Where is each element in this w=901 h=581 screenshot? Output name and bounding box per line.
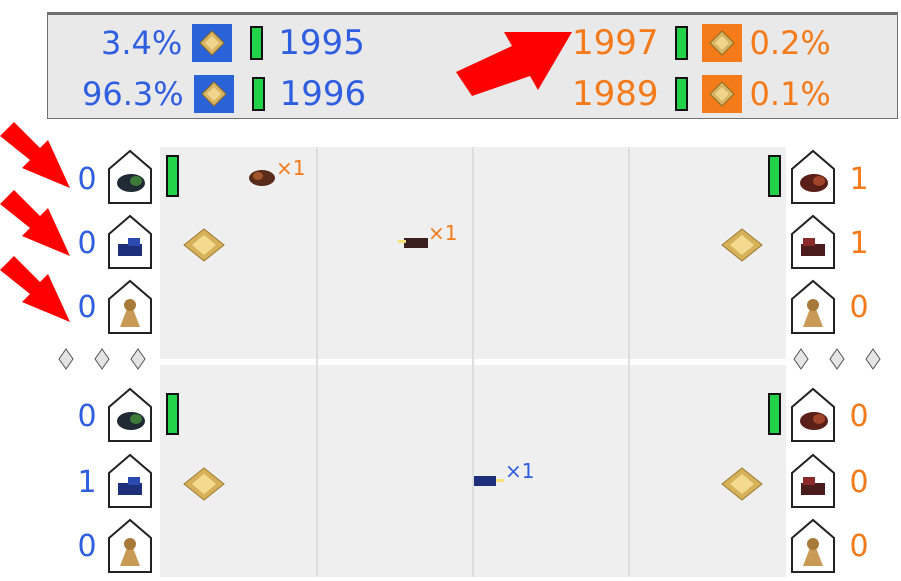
tower-unit-icon[interactable] [789,277,837,335]
left-stat-row-1: 3.4% 1995 [101,23,365,63]
enemy-beetle-unit[interactable] [244,165,280,189]
health-bar [768,155,781,197]
health-bar [166,393,179,435]
bottom-left-count-3: 0 [77,529,97,564]
beetle-unit-icon[interactable] [789,385,837,443]
tank-unit-icon[interactable] [789,451,837,509]
diamond-icon [793,348,809,370]
left-base-icon [183,228,225,262]
unit-count: ×1 [428,221,458,245]
top-right-count-2: 1 [849,226,869,261]
top-left-count-2: 0 [77,226,97,261]
base-icon [701,24,742,62]
health-bar [166,155,179,197]
beetle-unit-icon[interactable] [789,147,837,205]
tower-unit-icon[interactable] [106,516,154,574]
diamond-icon [94,348,110,370]
bottom-left-count-1: 0 [77,399,97,434]
left-stat-row-2: 96.3% 1996 [82,74,366,114]
top-left-count-1: 0 [77,162,97,197]
left-pct-1: 3.4% [101,24,183,62]
diamond-icon [829,348,845,370]
tank-unit-icon[interactable] [106,451,154,509]
base-icon [701,75,742,113]
top-right-count-3: 0 [849,290,869,325]
top-left-count-3: 0 [77,290,97,325]
bottom-right-count-1: 0 [849,399,869,434]
annotation-arrow-icon [456,32,572,96]
top-right-count-1: 1 [849,162,869,197]
left-pct-2: 96.3% [82,75,184,113]
left-year-1: 1995 [278,23,365,63]
right-base-icon [721,228,763,262]
left-base-icon [183,467,225,501]
right-year-1: 1997 [572,23,659,63]
tank-unit-icon[interactable] [789,212,837,270]
diamond-icon [865,348,881,370]
base-icon [192,24,233,62]
diamond-icon [58,348,74,370]
annotation-arrow-icon [0,122,70,188]
health-bar [250,26,264,60]
bottom-right-count-3: 0 [849,529,869,564]
tower-unit-icon[interactable] [106,277,154,335]
base-icon [193,75,234,113]
bottom-right-count-2: 0 [849,465,869,500]
right-year-2: 1989 [572,74,659,114]
right-stat-row-2: 1989 0.1% [572,74,831,114]
ally-tank-unit[interactable] [472,470,506,490]
right-pct-2: 0.1% [749,75,831,113]
left-year-2: 1996 [279,74,367,114]
battle-map [47,143,898,579]
beetle-unit-icon[interactable] [106,385,154,443]
unit-count: ×1 [505,459,535,483]
right-pct-1: 0.2% [749,24,831,62]
beetle-unit-icon[interactable] [106,147,154,205]
health-bar [251,77,265,111]
tower-unit-icon[interactable] [789,516,837,574]
unit-count: ×1 [276,156,306,180]
health-bar [768,393,781,435]
bottom-left-count-2: 1 [77,465,97,500]
health-bar [674,26,688,60]
tank-unit-icon[interactable] [106,212,154,270]
annotation-arrow-icon [0,256,70,322]
right-base-icon [721,467,763,501]
diamond-icon [130,348,146,370]
right-stat-row-1: 1997 0.2% [572,23,831,63]
annotation-arrow-icon [0,190,70,256]
health-bar [674,77,688,111]
